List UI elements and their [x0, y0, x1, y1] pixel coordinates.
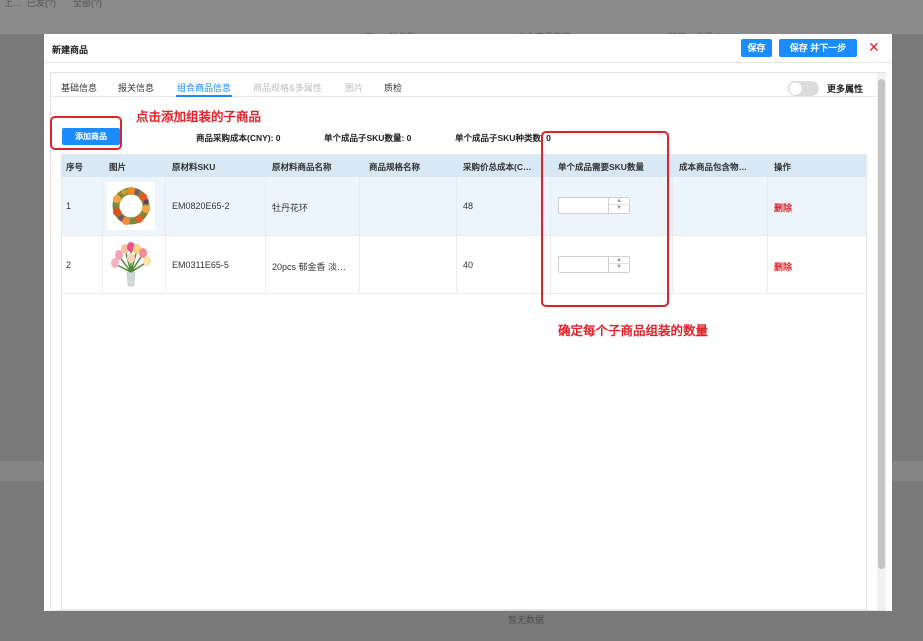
background-empty-text: 暂无数据: [508, 615, 545, 625]
column-header-total-cost: 采购价总成本(C…: [463, 162, 532, 172]
peony-wreath-image: [107, 182, 155, 230]
purchase-cost-summary: 商品采购成本(CNY): 0: [196, 133, 281, 143]
save-and-next-button[interactable]: 保存 并下一步: [779, 39, 857, 57]
more-attributes-toggle[interactable]: [788, 81, 819, 96]
tab-basic-info[interactable]: 基础信息: [61, 81, 97, 94]
column-divider: [102, 177, 103, 293]
combo-product-panel: 基础信息 报关信息 组合商品信息 商品规格&多属性 图片 质检 更多属性 添加商…: [50, 72, 886, 611]
column-divider: [165, 177, 166, 293]
dialog-header: 新建商品 保存 保存 并下一步 ✕: [44, 34, 892, 63]
column-divider: [265, 177, 266, 293]
sub-product-table: 序号 图片 原材料SKU 原材料商品名称 商品规格名称 采购价总成本(C… 单个…: [61, 154, 867, 610]
dialog-title: 新建商品: [52, 45, 89, 55]
background-fragment: 已发(?): [27, 0, 56, 8]
table-row: 1 EM0820E65-2 牡丹花环 48 ▲ ▼ 删除: [62, 177, 866, 236]
annotation-box-quantity-column: [541, 131, 669, 307]
column-header-action: 操作: [774, 162, 792, 172]
column-header-index: 序号: [66, 162, 84, 172]
background-fragment: 全部(?): [73, 0, 102, 8]
column-header-sku: 原材料SKU: [172, 162, 216, 172]
column-header-image: 图片: [109, 162, 127, 172]
row-product-name: 20pcs 郁金香 淡…: [272, 262, 347, 272]
table-row: 2 EM0311E65-5 20pcs 郁金香 淡… 40 ▲ ▼ 删除: [62, 236, 866, 294]
column-header-spec: 商品规格名称: [369, 162, 421, 172]
column-header-contains: 成本商品包含物…: [679, 162, 748, 172]
annotation-quantity-hint: 确定每个子商品组装的数量: [558, 324, 709, 338]
delete-link[interactable]: 删除: [774, 201, 792, 214]
sku-quantity-summary: 单个成品子SKU数量: 0: [324, 133, 412, 143]
delete-link[interactable]: 删除: [774, 260, 792, 273]
background-fragment: 上…: [4, 0, 23, 8]
close-icon[interactable]: ✕: [868, 38, 880, 56]
column-divider: [359, 177, 360, 293]
column-header-name: 原材料商品名称: [272, 162, 332, 172]
background-page-area: [892, 34, 923, 641]
tab-quality-check[interactable]: 质检: [384, 81, 402, 94]
row-total-cost: 48: [463, 201, 474, 211]
tulip-bouquet-image: [107, 240, 155, 288]
column-divider: [672, 177, 673, 293]
panel-scrollbar[interactable]: [877, 73, 886, 610]
scrollbar-thumb[interactable]: [878, 79, 885, 569]
row-index: 2: [66, 260, 72, 270]
tab-customs-info[interactable]: 报关信息: [118, 81, 154, 94]
row-product-name: 牡丹花环: [272, 203, 309, 213]
tab-bar: 基础信息 报关信息 组合商品信息 商品规格&多属性 图片 质检 更多属性: [51, 73, 877, 97]
tab-spec-attributes[interactable]: 商品规格&多属性: [253, 81, 322, 94]
column-divider: [767, 177, 768, 293]
background-page-header: 上… 已发(?) 全部(?) 子 - 种类数 中文商品名称 可用…总量(SKU): [0, 0, 923, 42]
tab-combo-product-info[interactable]: 组合商品信息: [175, 81, 233, 97]
row-total-cost: 40: [463, 260, 474, 270]
table-header: 序号 图片 原材料SKU 原材料商品名称 商品规格名称 采购价总成本(C… 单个…: [62, 155, 866, 177]
column-divider: [456, 177, 457, 293]
annotation-add-hint: 点击添加组装的子商品: [136, 110, 262, 124]
save-button[interactable]: 保存: [741, 39, 772, 57]
sku-kinds-summary: 单个成品子SKU种类数: 0: [455, 133, 551, 143]
row-sku: EM0820E65-2: [172, 201, 230, 211]
more-attributes-label: 更多属性: [827, 84, 864, 94]
annotation-box-add-button: [50, 116, 122, 150]
row-index: 1: [66, 201, 72, 211]
toggle-knob: [789, 82, 802, 95]
tab-images[interactable]: 图片: [345, 81, 363, 94]
row-sku: EM0311E65-5: [172, 260, 229, 270]
